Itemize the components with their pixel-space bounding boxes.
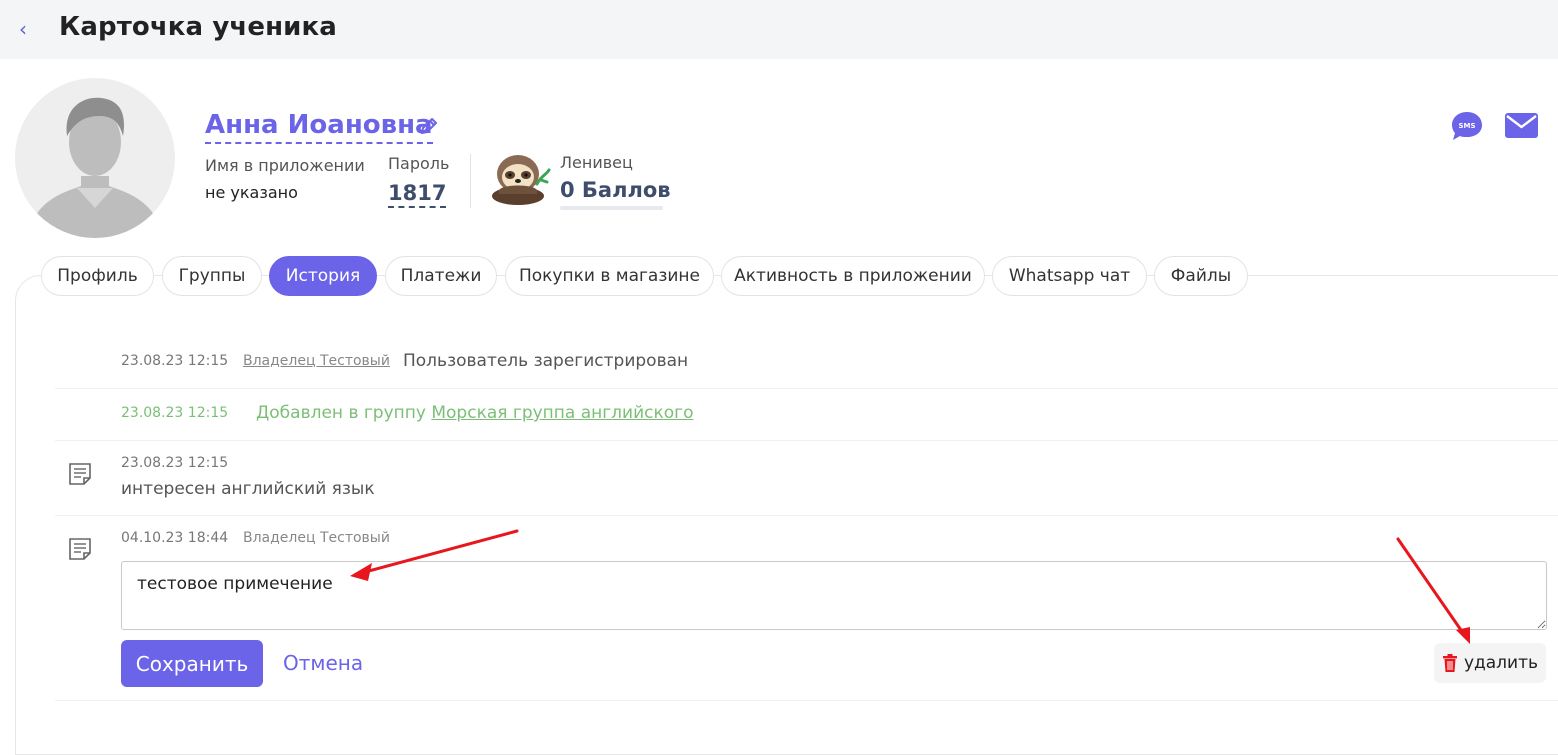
note-textarea[interactable]: тестовое примечение <box>121 561 1547 630</box>
tab-whatsapp-chat[interactable]: Whatsapp чат <box>992 256 1147 296</box>
history-divider <box>55 700 1558 701</box>
points-progress-bar <box>560 206 663 210</box>
sms-label: SMS <box>1458 122 1475 130</box>
password-value[interactable]: 1817 <box>388 180 447 208</box>
delete-label: удалить <box>1463 653 1539 673</box>
history-message-prefix: Добавлен в группу <box>256 403 426 423</box>
page-title: Карточка ученика <box>59 12 337 42</box>
chevron-left-icon: ‹ <box>19 17 27 41</box>
save-button[interactable]: Сохранить <box>121 640 263 687</box>
back-button[interactable]: ‹ <box>10 14 36 44</box>
history-author: Владелец Тестовый <box>243 530 390 546</box>
history-timestamp: 23.08.23 12:15 <box>121 405 229 421</box>
avatar-placeholder-icon <box>33 97 157 238</box>
sms-icon: SMS <box>1452 112 1482 140</box>
level-label: Ленивец <box>560 153 633 172</box>
history-message: Добавлен в группу Морская группа английс… <box>256 403 694 423</box>
tab-app-activity[interactable]: Активность в приложении <box>721 256 985 296</box>
email-button[interactable] <box>1505 113 1538 138</box>
history-divider <box>55 515 1558 516</box>
history-author-link[interactable]: Владелец Тестовый <box>243 353 390 369</box>
sms-button[interactable]: SMS <box>1450 110 1484 142</box>
trash-icon <box>1442 654 1457 672</box>
group-link[interactable]: Морская группа английского <box>431 403 693 423</box>
tab-shop-purchases[interactable]: Покупки в магазине <box>505 256 714 296</box>
avatar <box>15 78 175 238</box>
tab-payments[interactable]: Платежи <box>385 256 497 296</box>
tab-history[interactable]: История <box>269 256 377 296</box>
mail-icon <box>1505 113 1538 138</box>
points-value: 0 Баллов <box>560 178 671 202</box>
divider <box>470 154 471 208</box>
sloth-icon <box>492 155 551 205</box>
history-timestamp: 04.10.23 18:44 <box>121 530 229 546</box>
password-label: Пароль <box>388 154 450 173</box>
note-icon <box>69 538 91 560</box>
history-divider <box>55 440 1558 441</box>
note-icon <box>69 463 91 485</box>
cancel-button[interactable]: Отмена <box>283 651 363 675</box>
history-timestamp: 23.08.23 12:15 <box>121 353 229 369</box>
history-note-text: интересен английский язык <box>121 479 375 499</box>
history-message: Пользователь зарегистрирован <box>403 351 689 371</box>
tab-files[interactable]: Файлы <box>1154 256 1248 296</box>
history-timestamp: 23.08.23 12:15 <box>121 455 229 471</box>
app-name-label: Имя в приложении <box>205 156 365 175</box>
student-name-link[interactable]: Анна Иоановна <box>205 108 433 144</box>
delete-button[interactable]: удалить <box>1434 643 1546 683</box>
tab-profile[interactable]: Профиль <box>41 256 154 296</box>
history-divider <box>55 388 1558 389</box>
app-name-value: не указано <box>205 183 298 202</box>
pencil-icon[interactable] <box>419 116 439 136</box>
top-bar: ‹ Карточка ученика <box>0 0 1558 59</box>
tab-groups[interactable]: Группы <box>162 256 262 296</box>
